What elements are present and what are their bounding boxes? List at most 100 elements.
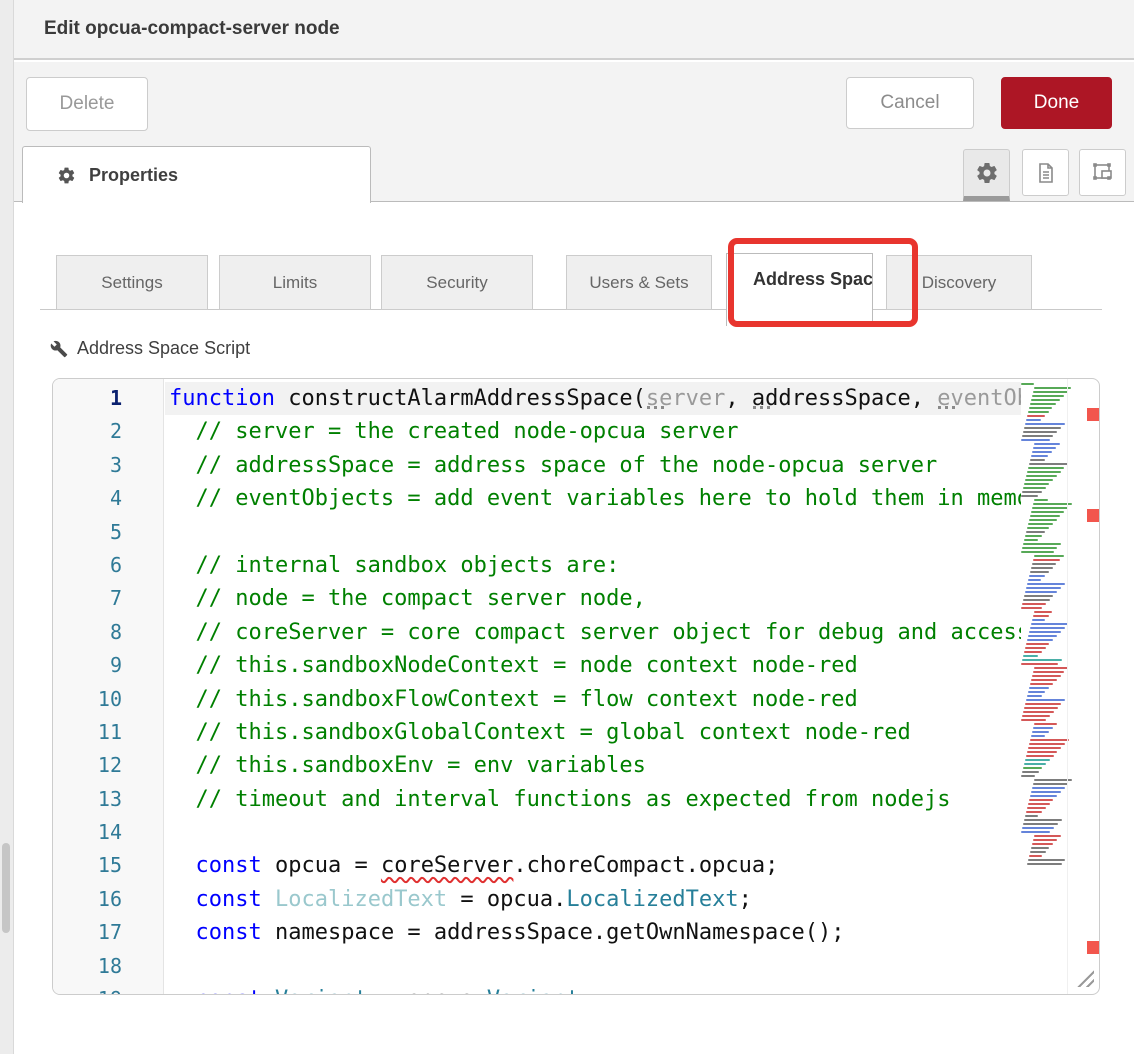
code-line[interactable]: // node = the compact server node, — [165, 582, 1021, 615]
minimap-line — [1034, 387, 1071, 389]
minimap-line — [1028, 803, 1050, 805]
minimap-line — [1023, 655, 1038, 657]
form-tab-discovery[interactable]: Discovery — [886, 255, 1032, 310]
code-line[interactable]: function constructAlarmAddressSpace(serv… — [165, 382, 1021, 415]
code-token: Variant — [487, 987, 580, 994]
code-line[interactable]: const namespace = addressSpace.getOwnNam… — [165, 916, 1021, 949]
editor-minimap[interactable] — [1021, 383, 1067, 943]
properties-gear-button[interactable] — [963, 149, 1010, 201]
minimap-line — [1024, 763, 1046, 765]
minimap-line — [1034, 611, 1052, 613]
code-line[interactable]: // coreServer = core compact server obje… — [165, 616, 1021, 649]
minimap-line — [1030, 403, 1056, 405]
minimap-line — [1028, 411, 1049, 413]
editor-overview-ruler[interactable] — [1067, 379, 1099, 994]
minimap-line — [1024, 483, 1049, 485]
code-token: LocalizedText — [275, 887, 447, 912]
code-token: coreServer — [381, 853, 513, 878]
code-line[interactable]: // this.sandboxFlowContext = flow contex… — [165, 683, 1021, 716]
minimap-line — [1026, 643, 1049, 645]
minimap-line — [1032, 731, 1049, 733]
minimap-line — [1033, 447, 1056, 449]
wrench-icon — [50, 340, 68, 358]
line-number: 14 — [53, 816, 163, 849]
error-marker[interactable] — [1087, 509, 1100, 522]
minimap-line — [1022, 603, 1046, 605]
code-line[interactable] — [165, 516, 1021, 549]
minimap-line — [1027, 639, 1053, 641]
code-token: ; — [739, 887, 752, 912]
code-line[interactable]: // this.sandboxEnv = env variables — [165, 749, 1021, 782]
minimap-line — [1032, 619, 1045, 621]
minimap-line — [1034, 723, 1057, 725]
minimap-line — [1026, 811, 1042, 813]
minimap-line — [1027, 695, 1042, 697]
code-token — [169, 987, 196, 994]
workspace-scrollbar[interactable] — [2, 843, 10, 933]
code-token — [169, 853, 196, 878]
code-line[interactable] — [165, 816, 1021, 849]
line-number: 9 — [53, 649, 163, 682]
minimap-line — [1023, 823, 1058, 825]
code-token: Variant — [275, 987, 368, 994]
code-line[interactable]: // this.sandboxGlobalContext = global co… — [165, 716, 1021, 749]
code-line[interactable]: // internal sandbox objects are: — [165, 549, 1021, 582]
minimap-line — [1027, 583, 1065, 585]
form-tab-address-space[interactable]: Address Space — [726, 253, 873, 326]
minimap-line — [1024, 427, 1061, 429]
editor-code-pane[interactable]: function constructAlarmAddressSpace(serv… — [165, 379, 1021, 994]
code-editor[interactable]: 12345678910111213141516171819 function c… — [52, 378, 1100, 995]
line-number: 8 — [53, 616, 163, 649]
code-line[interactable]: const Variant = opcua.Variant; — [165, 983, 1021, 994]
form-tab-limits[interactable]: Limits — [219, 255, 371, 310]
tab-properties-label: Properties — [89, 165, 178, 186]
code-token: // eventObjects = add event variables he… — [169, 486, 1021, 511]
line-number: 2 — [53, 415, 163, 448]
cancel-button[interactable]: Cancel — [846, 77, 974, 129]
dialog-header: Edit opcua-compact-server node — [14, 0, 1134, 60]
code-line[interactable] — [165, 950, 1021, 983]
delete-button[interactable]: Delete — [26, 77, 148, 131]
code-line[interactable]: // timeout and interval functions as exp… — [165, 783, 1021, 816]
minimap-line — [1026, 475, 1057, 477]
minimap-line — [1021, 495, 1038, 497]
description-button[interactable] — [1022, 149, 1069, 196]
minimap-line — [1028, 635, 1057, 637]
form-tab-security[interactable]: Security — [381, 255, 533, 310]
minimap-line — [1031, 679, 1057, 681]
code-token: // this.sandboxNodeContext = node contex… — [169, 653, 858, 678]
minimap-line — [1032, 787, 1065, 789]
minimap-line — [1022, 491, 1042, 493]
minimap-line — [1028, 523, 1053, 525]
line-number: 10 — [53, 683, 163, 716]
minimap-line — [1031, 455, 1048, 457]
properties-panel: SettingsLimitsSecurity Users & Sets Addres… — [14, 202, 1134, 1054]
minimap-line — [1029, 855, 1042, 857]
code-line[interactable]: // eventObjects = add event variables he… — [165, 482, 1021, 515]
tab-properties[interactable]: Properties — [22, 146, 371, 203]
minimap-line — [1033, 559, 1060, 561]
code-token: // this.sandboxEnv = env variables — [169, 753, 646, 778]
code-line[interactable]: // addressSpace = address space of the n… — [165, 449, 1021, 482]
minimap-line — [1028, 467, 1064, 469]
error-marker[interactable] — [1087, 408, 1100, 421]
minimap-line — [1030, 795, 1057, 797]
code-line[interactable]: // server = the created node-opcua serve… — [165, 415, 1021, 448]
minimap-line — [1024, 539, 1038, 541]
form-tab-users-sets[interactable]: Users & Sets — [566, 255, 712, 310]
minimap-line — [1027, 415, 1045, 417]
minimap-line — [1032, 395, 1064, 397]
minimap-line — [1032, 675, 1061, 677]
done-button[interactable]: Done — [1001, 77, 1112, 129]
code-token: = opcua. — [368, 987, 487, 994]
error-marker[interactable] — [1087, 941, 1100, 954]
form-tab-settings[interactable]: Settings — [56, 255, 208, 310]
code-line[interactable]: // this.sandboxNodeContext = node contex… — [165, 649, 1021, 682]
code-line[interactable]: const opcua = coreServer.choreCompact.op… — [165, 849, 1021, 882]
minimap-line — [1027, 751, 1057, 753]
minimap-line — [1024, 595, 1053, 597]
appearance-button[interactable] — [1079, 149, 1126, 196]
code-line[interactable]: const LocalizedText = opcua.LocalizedTex… — [165, 883, 1021, 916]
code-token — [169, 920, 196, 945]
code-token — [262, 887, 275, 912]
